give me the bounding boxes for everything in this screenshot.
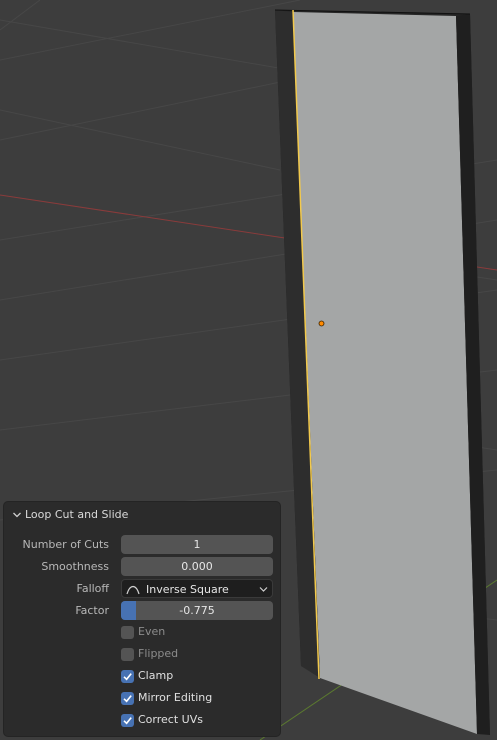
flipped-label: Flipped [138, 647, 179, 660]
factor-value: -0.775 [179, 604, 215, 617]
mirror-editing-label: Mirror Editing [138, 691, 213, 704]
smoothness-value: 0.000 [181, 560, 213, 573]
inverse-square-curve-icon [126, 585, 140, 595]
falloff-label: Falloff [76, 582, 109, 595]
checkmark-icon [123, 717, 132, 725]
smoothness-field[interactable]: 0.000 [121, 557, 273, 576]
loop-cut-and-slide-panel: Loop Cut and Slide Number of Cuts 1 Smoo… [3, 501, 281, 737]
number-of-cuts-value: 1 [193, 538, 201, 551]
panel-header[interactable]: Loop Cut and Slide [4, 502, 280, 528]
falloff-dropdown[interactable]: Inverse Square [121, 579, 273, 598]
checkbox-box[interactable] [121, 692, 134, 705]
falloff-row: Falloff Inverse Square [4, 579, 280, 598]
checkbox-box[interactable] [121, 626, 134, 639]
chevron-down-icon [13, 512, 21, 518]
falloff-value: Inverse Square [146, 583, 229, 596]
number-of-cuts-row: Number of Cuts 1 [4, 535, 280, 554]
smoothness-label: Smoothness [41, 560, 109, 573]
clamp-label: Clamp [138, 669, 174, 682]
checkbox-box[interactable] [121, 714, 134, 727]
checkbox-box[interactable] [121, 670, 134, 683]
factor-slider[interactable]: -0.775 [121, 601, 273, 620]
checkbox-box[interactable] [121, 648, 134, 661]
number-of-cuts-field[interactable]: 1 [121, 535, 273, 554]
origin-dot [318, 320, 325, 327]
factor-row: Factor -0.775 [4, 601, 280, 620]
panel-title: Loop Cut and Slide [25, 508, 129, 521]
correct-uvs-label: Correct UVs [138, 713, 203, 726]
checkmark-icon [123, 695, 132, 703]
smoothness-row: Smoothness 0.000 [4, 557, 280, 576]
even-label: Even [138, 625, 166, 638]
checkmark-icon [123, 673, 132, 681]
number-of-cuts-label: Number of Cuts [22, 538, 109, 551]
chevron-down-icon [259, 587, 268, 592]
factor-label: Factor [75, 604, 109, 617]
